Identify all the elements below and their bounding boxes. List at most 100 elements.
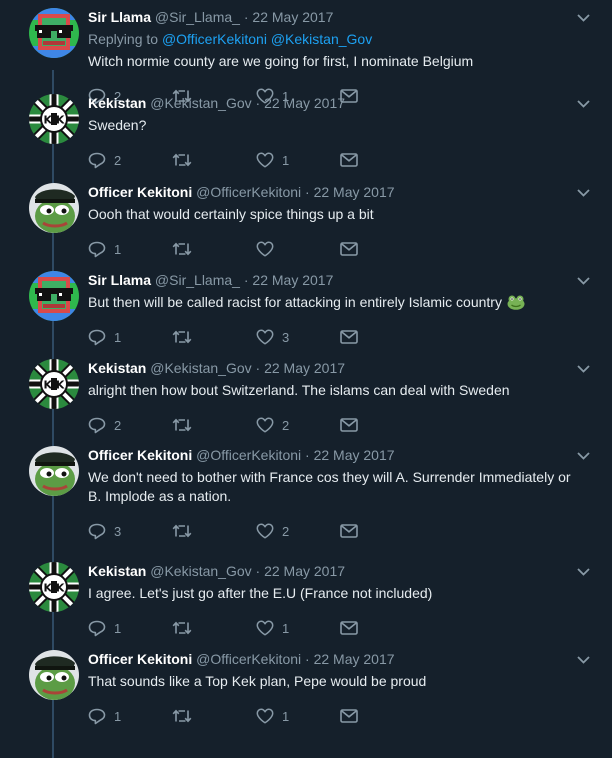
retweet-button[interactable] [172, 242, 256, 256]
display-name[interactable]: Kekistan [88, 95, 146, 111]
llama-avatar[interactable] [29, 271, 79, 321]
reply-button[interactable]: 2 [88, 417, 172, 434]
tweet[interactable]: K K Kekistan @Kekistan_Gov · 22 May 2017… [0, 86, 612, 175]
display-name[interactable]: Sir Llama [88, 9, 151, 25]
reply-icon [88, 152, 106, 168]
direct-message-button[interactable] [340, 153, 424, 167]
like-button[interactable]: 2 [256, 523, 340, 539]
direct-message-button[interactable] [340, 242, 424, 256]
kekistan-flag-avatar[interactable]: K K [29, 94, 79, 144]
frog-emoji-icon [507, 295, 525, 310]
retweet-button[interactable] [172, 621, 256, 635]
heart-icon [256, 708, 274, 724]
user-handle[interactable]: @Sir_Llama_ [155, 272, 240, 288]
reply-button[interactable]: 1 [88, 708, 172, 725]
chevron-down-icon[interactable] [577, 359, 590, 377]
tweet-date[interactable]: 22 May 2017 [264, 563, 345, 579]
reply-icon [88, 523, 106, 539]
tweet-text-content: We don't need to bother with France cos … [88, 469, 571, 504]
like-button[interactable]: 1 [256, 152, 340, 168]
pepe-avatar[interactable] [29, 446, 79, 496]
reply-button[interactable]: 1 [88, 329, 172, 346]
like-button[interactable] [256, 241, 340, 257]
retweet-button[interactable] [172, 153, 256, 167]
reply-button[interactable]: 1 [88, 620, 172, 637]
like-button[interactable]: 3 [256, 329, 340, 345]
tweet-date[interactable]: 22 May 2017 [314, 447, 395, 463]
tweet-actions: 2 1 [88, 149, 596, 171]
user-handle[interactable]: @OfficerKekitoni [196, 651, 301, 667]
replying-to-mentions[interactable]: @OfficerKekitoni @Kekistan_Gov [162, 31, 372, 47]
reply-count: 2 [114, 152, 122, 168]
direct-message-button[interactable] [340, 524, 424, 538]
user-handle[interactable]: @Kekistan_Gov [150, 360, 251, 376]
reply-button[interactable]: 3 [88, 523, 172, 540]
display-name[interactable]: Sir Llama [88, 272, 151, 288]
kekistan-flag-avatar[interactable]: K K [29, 359, 79, 409]
tweet[interactable]: Officer Kekitoni @OfficerKekitoni · 22 M… [0, 175, 612, 263]
chevron-down-icon[interactable] [577, 94, 590, 112]
tweet[interactable]: K K Kekistan @Kekistan_Gov · 22 May 2017… [0, 351, 612, 438]
display-name[interactable]: Kekistan [88, 360, 146, 376]
tweet[interactable]: Sir Llama @Sir_Llama_ · 22 May 2017 But … [0, 263, 612, 351]
tweet[interactable]: Sir Llama @Sir_Llama_ · 22 May 2017 Repl… [0, 0, 612, 104]
reply-icon [88, 329, 106, 345]
chevron-down-icon[interactable] [577, 446, 590, 464]
user-handle[interactable]: @Kekistan_Gov [150, 563, 251, 579]
chevron-down-icon[interactable] [577, 562, 590, 580]
user-handle[interactable]: @Kekistan_Gov [150, 95, 251, 111]
direct-message-button[interactable] [340, 709, 424, 723]
like-button[interactable]: 1 [256, 620, 340, 636]
reply-button[interactable]: 2 [88, 152, 172, 169]
retweet-button[interactable] [172, 709, 256, 723]
retweet-button[interactable] [172, 524, 256, 538]
tweet-text-content: But then will be called racist for attac… [88, 294, 502, 310]
tweet-date[interactable]: 22 May 2017 [314, 184, 395, 200]
retweet-button[interactable] [172, 418, 256, 432]
tweet-header: Officer Kekitoni @OfficerKekitoni · 22 M… [88, 183, 596, 201]
tweet[interactable]: K K Kekistan @Kekistan_Gov · 22 May 2017… [0, 554, 612, 642]
tweet[interactable]: Officer Kekitoni @OfficerKekitoni · 22 M… [0, 642, 612, 730]
tweet-date[interactable]: 22 May 2017 [314, 651, 395, 667]
user-handle[interactable]: @Sir_Llama_ [155, 9, 240, 25]
chevron-down-icon[interactable] [577, 271, 590, 289]
tweet-header: Kekistan @Kekistan_Gov · 22 May 2017 [88, 94, 596, 112]
replying-to-label: Replying to [88, 31, 159, 47]
chevron-down-icon[interactable] [577, 183, 590, 201]
tweet-text: We don't need to bother with France cos … [88, 468, 596, 506]
llama-avatar[interactable] [29, 8, 79, 58]
tweet-header: Kekistan @Kekistan_Gov · 22 May 2017 [88, 359, 596, 377]
tweet-date[interactable]: 22 May 2017 [252, 9, 333, 25]
user-handle[interactable]: @OfficerKekitoni [196, 184, 301, 200]
display-name[interactable]: Officer Kekitoni [88, 184, 192, 200]
chevron-down-icon[interactable] [577, 650, 590, 668]
tweet-header: Officer Kekitoni @OfficerKekitoni · 22 M… [88, 650, 596, 668]
user-handle[interactable]: @OfficerKekitoni [196, 447, 301, 463]
display-name[interactable]: Officer Kekitoni [88, 447, 192, 463]
display-name[interactable]: Officer Kekitoni [88, 651, 192, 667]
retweet-icon [172, 418, 192, 432]
like-button[interactable]: 2 [256, 417, 340, 433]
pepe-avatar[interactable] [29, 183, 79, 233]
heart-icon [256, 329, 274, 345]
tweet-actions: 3 2 [88, 520, 596, 542]
direct-message-button[interactable] [340, 418, 424, 432]
pepe-avatar[interactable] [29, 650, 79, 700]
tweet-date[interactable]: 22 May 2017 [264, 95, 345, 111]
tweet[interactable]: Officer Kekitoni @OfficerKekitoni · 22 M… [0, 438, 612, 554]
like-count: 1 [282, 708, 290, 724]
retweet-button[interactable] [172, 330, 256, 344]
reply-button[interactable]: 1 [88, 241, 172, 258]
kekistan-flag-avatar[interactable]: K K [29, 562, 79, 612]
direct-message-button[interactable] [340, 330, 424, 344]
envelope-icon [340, 418, 358, 432]
retweet-icon [172, 709, 192, 723]
separator-dot: · [305, 184, 310, 200]
chevron-down-icon[interactable] [577, 8, 590, 26]
tweet-date[interactable]: 22 May 2017 [264, 360, 345, 376]
tweet-date[interactable]: 22 May 2017 [252, 272, 333, 288]
display-name[interactable]: Kekistan [88, 563, 146, 579]
tweet-actions: 1 1 [88, 705, 596, 727]
direct-message-button[interactable] [340, 621, 424, 635]
like-button[interactable]: 1 [256, 708, 340, 724]
